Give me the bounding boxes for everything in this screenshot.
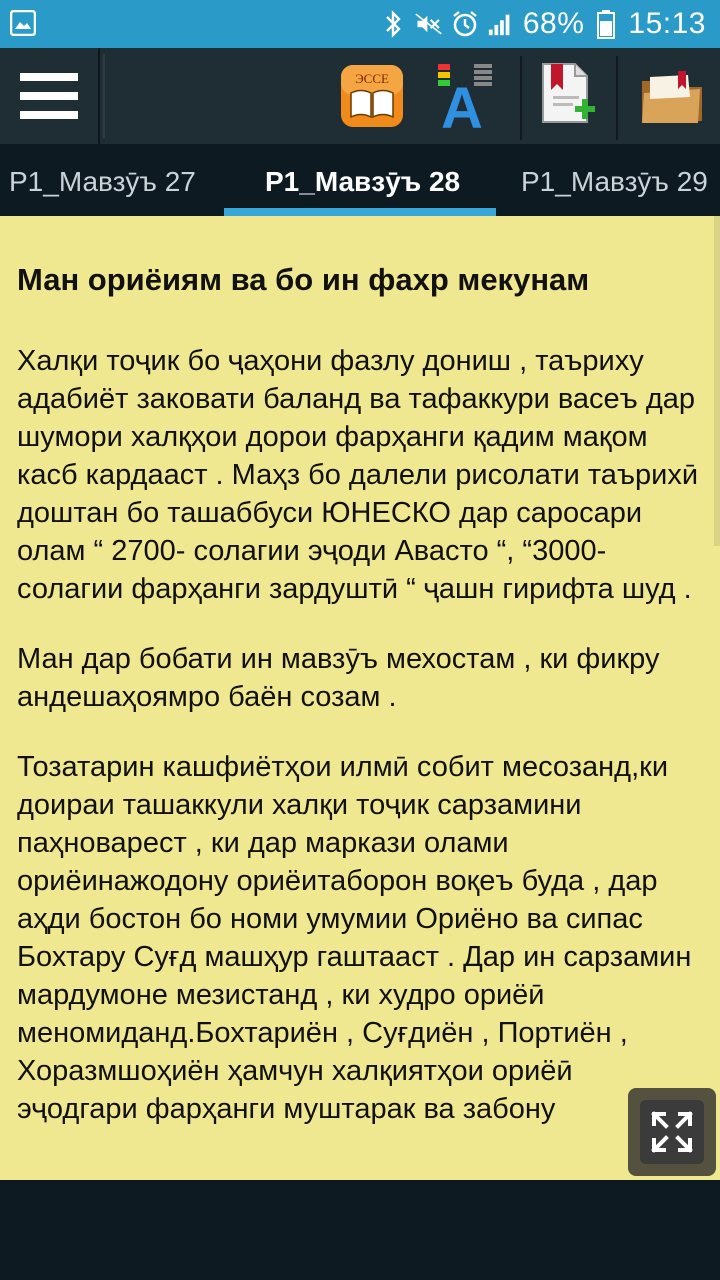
alarm-icon: [451, 10, 479, 38]
article-paragraph: Тозатарин кашфиётҳои илмӣ собит месозанд…: [17, 751, 692, 1125]
article-content[interactable]: Ман ориёиям ва бо ин фахр мекунам Халқи …: [0, 216, 720, 1180]
hamburger-icon[interactable]: [0, 48, 100, 144]
svg-text:A: A: [441, 76, 483, 132]
toolbar-divider: [103, 54, 105, 138]
toolbar-separator: [616, 56, 618, 140]
status-clock: 15:13: [628, 7, 706, 40]
fullscreen-button[interactable]: [628, 1088, 716, 1176]
battery-percent: 68%: [522, 7, 585, 40]
scrollbar[interactable]: [714, 216, 720, 546]
signal-icon: [487, 10, 515, 38]
mute-icon: [415, 10, 443, 38]
expand-icon: [640, 1100, 704, 1164]
active-tab-indicator: [224, 208, 496, 216]
gallery-icon: [9, 9, 37, 41]
article-title: Ман ориёиям ва бо ин фахр мекунам: [17, 262, 590, 297]
toolbar-separator: [520, 56, 522, 140]
bluetooth-icon: [379, 10, 407, 38]
font-size-icon[interactable]: A: [424, 56, 504, 136]
folder-bookmark-icon[interactable]: [632, 56, 712, 136]
article-paragraph: Ман дар бобати ин мавзӯъ мехостам , ки ф…: [17, 643, 660, 713]
tab-topic-29[interactable]: Р1_Мавзӯъ 29: [521, 144, 708, 216]
tab-topic-27[interactable]: Р1_Мавзӯъ 27: [9, 144, 196, 216]
topic-tabs: Р1_Мавзӯъ 27 Р1_Мавзӯъ 28 Р1_Мавзӯъ 29: [0, 144, 720, 216]
battery-icon: [592, 10, 620, 39]
svg-text:ЭССЕ: ЭССЕ: [355, 71, 389, 86]
article-paragraph: Халқи тоҷик бо ҷаҳони фазлу дониш , таър…: [17, 345, 699, 605]
bottom-area: [0, 1180, 720, 1280]
essay-book-icon[interactable]: ЭССЕ: [332, 56, 412, 136]
status-bar: 68% 15:13: [0, 0, 720, 48]
tab-topic-28[interactable]: Р1_Мавзӯъ 28: [265, 144, 460, 216]
app-toolbar: ЭССЕ A: [0, 48, 720, 144]
add-bookmark-icon[interactable]: [526, 56, 606, 136]
